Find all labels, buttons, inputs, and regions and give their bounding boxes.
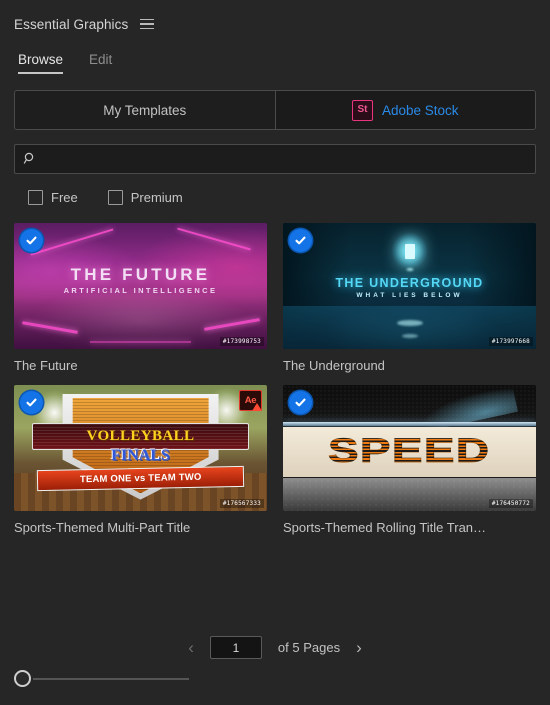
stock-id-label: #176567333 xyxy=(219,499,264,508)
page-count-label: of 5 Pages xyxy=(277,640,341,655)
template-results-grid: THE FUTURE ARTIFICIAL INTELLIGENCE #1739… xyxy=(0,205,550,535)
thumb-art-subtitle: ARTIFICIAL INTELLIGENCE xyxy=(63,286,218,295)
chevron-right-icon[interactable]: › xyxy=(356,639,362,656)
premium-label: Premium xyxy=(130,190,183,205)
template-title: Sports-Themed Multi-Part Title xyxy=(14,520,191,535)
thumb-decor xyxy=(406,268,413,272)
thumb-art-subtitle: WHAT LIES BELOW xyxy=(356,292,463,300)
selected-check-icon[interactable] xyxy=(20,391,43,414)
thumb-art-title: THE FUTURE xyxy=(70,264,211,284)
my-templates-button[interactable]: My Templates xyxy=(15,91,275,129)
template-title: Sports-Themed Rolling Title Tran… xyxy=(283,520,487,535)
my-templates-label: My Templates xyxy=(103,102,187,118)
stock-id-label: #176450772 xyxy=(488,499,533,508)
thumb-art-subtitle: FINALS xyxy=(111,446,170,464)
thumb-decor xyxy=(177,227,251,251)
filter-premium[interactable]: Premium xyxy=(107,190,183,205)
source-toggle: My Templates St Adobe Stock xyxy=(14,90,536,130)
selected-check-icon[interactable] xyxy=(289,229,312,252)
template-title: The Future xyxy=(14,358,78,373)
thumb-art-ribbon: TEAM ONE vs TEAM TWO xyxy=(79,471,202,486)
free-checkbox[interactable] xyxy=(28,190,43,205)
pagination: ‹ of 5 Pages › xyxy=(0,636,550,659)
thumb-decor xyxy=(404,244,415,260)
filter-free[interactable]: Free xyxy=(28,190,78,205)
search-icon xyxy=(23,152,37,166)
template-thumbnail[interactable]: THE FUTURE ARTIFICIAL INTELLIGENCE #1739… xyxy=(14,223,267,349)
thumb-decor xyxy=(401,333,418,338)
thumb-decor xyxy=(30,228,114,256)
after-effects-warning-icon[interactable]: Ae xyxy=(239,390,262,411)
thumbnail-size-slider[interactable] xyxy=(14,670,189,687)
template-card[interactable]: THE FUTURE ARTIFICIAL INTELLIGENCE #1739… xyxy=(14,223,267,373)
tab-browse[interactable]: Browse xyxy=(18,52,64,74)
thumb-art-title: SPEED xyxy=(328,432,491,471)
template-thumbnail[interactable]: SPEED #176450772 xyxy=(283,385,536,511)
adobe-stock-icon: St xyxy=(351,99,373,121)
stock-id-label: #173997668 xyxy=(488,337,533,346)
thumb-decor xyxy=(89,340,192,343)
thumb-decor xyxy=(396,320,423,327)
template-card[interactable]: SPEED #176450772 Sports-Themed Rolling T… xyxy=(283,385,536,535)
search-bar[interactable] xyxy=(14,144,536,174)
warning-triangle-icon xyxy=(252,403,262,411)
search-input[interactable] xyxy=(43,151,527,167)
chevron-left-icon[interactable]: ‹ xyxy=(188,639,194,656)
page-title: Essential Graphics xyxy=(14,16,129,32)
adobe-stock-label: Adobe Stock xyxy=(381,102,459,118)
panel-tabs: Browse Edit xyxy=(0,38,550,74)
template-thumbnail[interactable]: THE UNDERGROUND WHAT LIES BELOW #1739976… xyxy=(283,223,536,349)
thumb-art-title-box: SPEED xyxy=(283,426,536,477)
free-label: Free xyxy=(51,190,78,205)
selected-check-icon[interactable] xyxy=(20,229,43,252)
slider-handle[interactable] xyxy=(14,670,31,687)
stock-id-label: #173998753 xyxy=(219,337,264,346)
thumb-art-title: VOLLEYBALL xyxy=(86,427,195,444)
selected-check-icon[interactable] xyxy=(289,391,312,414)
filter-row: Free Premium xyxy=(0,174,550,205)
template-title: The Underground xyxy=(283,358,385,373)
panel-titlebar: Essential Graphics xyxy=(0,0,550,38)
adobe-stock-button[interactable]: St Adobe Stock xyxy=(275,91,535,129)
hamburger-menu-icon[interactable] xyxy=(140,17,155,31)
thumb-art-title: THE UNDERGROUND xyxy=(335,275,484,290)
slider-track[interactable] xyxy=(33,677,189,680)
template-card[interactable]: VOLLEYBALL FINALS TEAM ONE vs TEAM TWO A… xyxy=(14,385,267,535)
page-number-input[interactable] xyxy=(209,636,262,659)
essential-graphics-panel: Essential Graphics Browse Edit My Templa… xyxy=(0,0,550,705)
premium-checkbox[interactable] xyxy=(107,190,123,205)
template-card[interactable]: THE UNDERGROUND WHAT LIES BELOW #1739976… xyxy=(283,223,536,373)
thumb-decor xyxy=(283,421,536,426)
tab-edit[interactable]: Edit xyxy=(89,52,112,74)
template-thumbnail[interactable]: VOLLEYBALL FINALS TEAM ONE vs TEAM TWO A… xyxy=(14,385,267,511)
